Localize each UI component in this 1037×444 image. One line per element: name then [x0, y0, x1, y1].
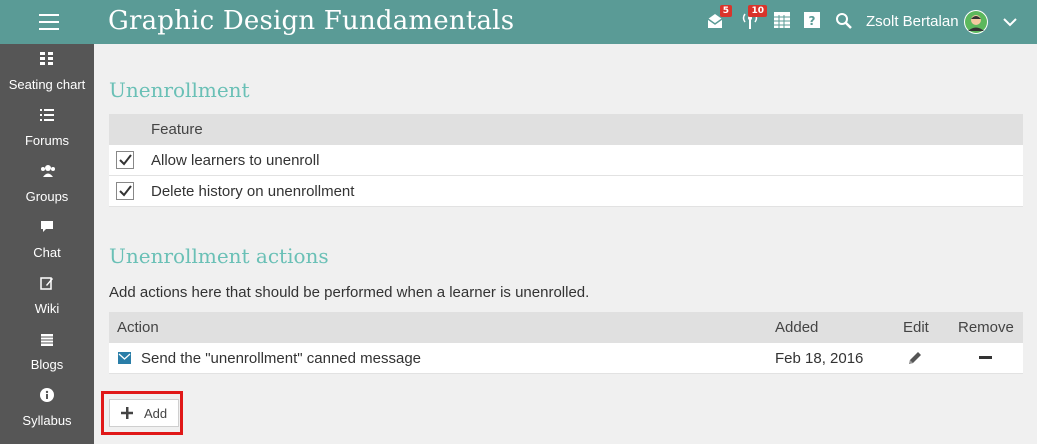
- table-row: Delete history on unenrollment: [109, 176, 1023, 207]
- sidebar-item-label: Forums: [24, 133, 70, 148]
- column-header-remove: Remove: [958, 319, 1014, 336]
- remove-icon[interactable]: [979, 356, 992, 360]
- messages-badge: 5: [719, 5, 732, 17]
- menu-icon[interactable]: [39, 14, 59, 30]
- feature-label: Delete history on unenrollment: [151, 183, 355, 200]
- action-date: Feb 18, 2016: [775, 350, 864, 367]
- chat-icon: [41, 221, 53, 232]
- sidebar-item-label: Wiki: [34, 301, 60, 316]
- notifications-icon[interactable]: 10: [741, 5, 767, 30]
- allow-unenroll-checkbox[interactable]: [116, 151, 134, 169]
- messages-icon[interactable]: 5: [706, 5, 732, 30]
- envelope-icon: [118, 352, 131, 364]
- delete-history-checkbox[interactable]: [116, 182, 134, 200]
- info-icon: [40, 388, 54, 402]
- column-header-action: Action: [117, 319, 159, 336]
- top-bar: Graphic Design Fundamentals 5 10 ? Zsolt…: [0, 0, 1037, 44]
- checkmark-icon: [119, 154, 132, 166]
- table-header: Feature: [109, 114, 1023, 145]
- chevron-down-icon[interactable]: [1002, 14, 1018, 30]
- calendar-grid-icon[interactable]: [774, 12, 792, 30]
- user-name[interactable]: Zsolt Bertalan: [866, 13, 959, 30]
- feature-label: Allow learners to unenroll: [151, 152, 320, 169]
- column-header-edit: Edit: [903, 319, 929, 336]
- section-title-unenrollment: Unenrollment: [109, 78, 250, 102]
- list-icon: [40, 109, 54, 121]
- sidebar-item-label: Seating chart: [8, 77, 86, 92]
- column-header-added: Added: [775, 319, 819, 336]
- help-icon[interactable]: ?: [804, 12, 822, 30]
- search-icon[interactable]: [835, 12, 853, 30]
- column-header-feature: Feature: [151, 121, 203, 138]
- course-title: Graphic Design Fundamentals: [108, 6, 515, 36]
- section-title-unenrollment-actions: Unenrollment actions: [109, 244, 329, 268]
- sidebar-item-label: Blogs: [30, 357, 64, 372]
- seating-chart-icon: [40, 52, 53, 65]
- sidebar-item-blogs[interactable]: Blogs: [0, 324, 94, 380]
- notifications-badge: 10: [748, 5, 767, 17]
- table-header: Action Added Edit Remove: [109, 312, 1023, 343]
- sidebar-item-syllabus[interactable]: Syllabus: [0, 380, 94, 436]
- avatar[interactable]: [964, 10, 988, 34]
- sidebar-item-label: Chat: [33, 245, 61, 260]
- sidebar-item-forums[interactable]: Forums: [0, 100, 94, 156]
- sidebar-item-chat[interactable]: Chat: [0, 212, 94, 268]
- add-button-label: Add: [144, 406, 168, 421]
- table-row: Send the "unenrollment" canned message F…: [109, 343, 1023, 374]
- add-action-button[interactable]: Add: [109, 399, 179, 427]
- sidebar-item-groups[interactable]: Groups: [0, 156, 94, 212]
- calendar-icon: [41, 334, 53, 346]
- edit-icon: [40, 277, 53, 290]
- sidebar: Seating chart Forums Groups Chat Wiki Bl…: [0, 44, 94, 444]
- unenrollment-feature-table: Feature Allow learners to unenroll Delet…: [109, 114, 1023, 207]
- group-icon: [41, 165, 55, 177]
- plus-icon: [121, 407, 133, 419]
- pencil-icon[interactable]: [907, 351, 922, 366]
- action-label: Send the "unenrollment" canned message: [141, 350, 421, 367]
- checkmark-icon: [119, 185, 132, 197]
- main-content: Unenrollment Feature Allow learners to u…: [94, 44, 1037, 444]
- sidebar-item-wiki[interactable]: Wiki: [0, 268, 94, 324]
- sidebar-item-label: Syllabus: [22, 413, 72, 428]
- sidebar-item-label: Groups: [25, 189, 69, 204]
- unenrollment-actions-table: Action Added Edit Remove Send the "unenr…: [109, 312, 1023, 374]
- svg-text:?: ?: [809, 14, 816, 28]
- table-row: Allow learners to unenroll: [109, 145, 1023, 176]
- actions-description: Add actions here that should be performe…: [109, 284, 590, 301]
- sidebar-item-seating-chart[interactable]: Seating chart: [0, 44, 94, 100]
